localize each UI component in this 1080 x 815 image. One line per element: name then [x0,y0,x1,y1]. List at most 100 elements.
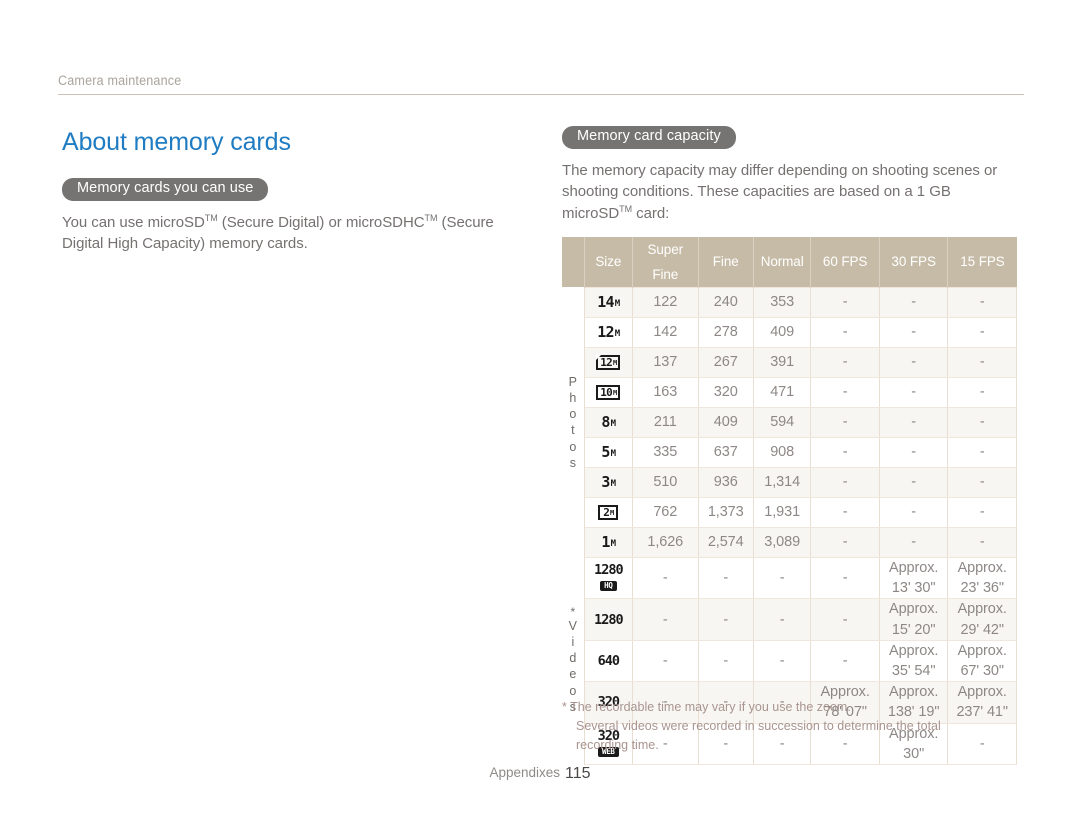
table-row: 1280- - - - Approx. 15' 20" Approx. 29' 42" [562,598,1017,641]
table-cell-value: - [810,376,880,408]
left-paragraph-part-a: You can use microSD [62,213,205,231]
table-cell-value: - [632,639,699,683]
table-cell-value: - [810,316,880,348]
trademark-symbol: TM [204,212,218,223]
table-row: 5 M 335 637 908- - - [562,436,1017,468]
table-row: 12 M 137 267 391- - - [562,346,1017,378]
right-paragraph: The memory capacity may differ depending… [562,160,1022,224]
table-cell-value: - [697,556,754,600]
table-cell-size: 640 [583,639,634,683]
table-cell-value: - [810,598,880,641]
table-cell-value: - [947,466,1017,498]
size-icon-640: 640 [597,653,620,669]
footnote-line-1: * The recordable time may vary if you us… [562,700,851,714]
table-cell-value: - [947,376,1017,408]
table-cell-value: 409 [752,316,812,348]
footer-label: Appendixes [489,765,561,780]
running-head-text: Camera maintenance [58,73,182,88]
table-cell-value: - [810,466,880,498]
table-cell-value: - [947,346,1017,378]
table-cell-value: - [810,286,880,318]
table-cell-value: 240 [697,286,754,318]
table-cell-value: - [697,639,754,683]
table-cell-value: 211 [632,406,699,438]
size-icon-14m: 14 M [597,293,620,312]
table-cell-value: 471 [752,376,812,408]
table-header-cell: Fine [698,236,754,288]
table-row: 8 M 211 409 594- - - [562,406,1017,438]
table-cell-value: 1,931 [752,496,812,528]
size-icon-2m-framed: 2M [598,505,619,521]
trademark-symbol: TM [619,203,633,214]
table-header-cell: Normal [753,236,812,288]
table-cell-value: 1,373 [697,496,754,528]
table-cell-value: 409 [697,406,754,438]
table-cell-value: 353 [752,286,812,318]
footnote-line-2: Several videos were recorded in successi… [576,718,941,733]
table-cell-value: Approx. 13' 30" [878,556,949,600]
table-cell-value: - [632,598,699,641]
table-cell-value: - [947,496,1017,528]
table-cell-value: - [878,346,949,378]
table-cell-value: 1,626 [632,526,699,558]
table-cell-value: - [947,316,1017,348]
table-cell-value: 1,314 [752,466,812,498]
size-icon-10m-framed: 10 M [596,385,621,401]
table-cell-value: - [878,376,949,408]
right-paragraph-part-b: card: [632,204,670,222]
table-cell-value: 122 [632,286,699,318]
left-paragraph-part-b: (Secure Digital) or microSDHC [217,213,425,231]
table-header-cell: 60 FPS [810,236,880,288]
size-icon-12m-framed: 12 M [596,355,621,371]
size-icon-1m: 1M [601,533,616,552]
running-head: Camera maintenance [58,72,1024,95]
table-cell-size: 1280 HQ [583,556,634,600]
table-cell-size: 5M [583,436,634,468]
table-cell-value: - [810,639,880,683]
table-cell-value: 137 [632,346,699,378]
table-cell-value: 908 [752,436,812,468]
table-cell-value: - [632,556,699,600]
footnote-asterisk: * [570,604,576,619]
trademark-symbol: TM [424,212,438,223]
size-icon-12m: 12 M [597,323,620,342]
size-icon-tag: HQ [600,581,617,591]
table-cell-value: Approx. 29' 42" [947,598,1017,641]
table-header-cell: 30 FPS [879,236,949,288]
table-row: 10 M 163 320 471- - - [562,376,1017,408]
size-icon-1280: 1280 [594,611,623,628]
table-cell-value: - [878,466,949,498]
table-cell-value: Approx. 67' 30" [947,639,1017,683]
size-icon-1280-hq: 1280 HQ [594,561,624,591]
table-row: 12 M 142 278 409- - - [562,316,1017,348]
table-row: Ph o t o s 14 M 122 240 353- - - [562,286,1017,558]
table-cell-value: - [878,496,949,528]
table-row: * Vi d e o s 1280 HQ - - - - Approx. 13' 30" Approx. 23… [562,556,1017,765]
table-header: Size Super Fine Fine Normal 60 FPS 30 FPS 15 F… [562,236,1017,288]
table-cell-value: - [878,436,949,468]
section-badge-memory-cards-you-can-use: Memory cards you can use [62,178,269,201]
table-cell-size: 12 M [583,346,634,378]
table-cell-value: 142 [632,316,699,348]
table-cell-size: 10 M [583,376,634,408]
table-cell-value: - [878,526,949,558]
table-cell-value: 391 [752,346,812,378]
table-header-cell: 15 FPS [947,236,1017,288]
size-icon-8m: 8M [601,413,616,432]
memory-card-capacity-table: Size Super Fine Fine Normal 60 FPS 30 FPS 15 F… [562,236,1017,766]
section-badge-memory-card-capacity: Memory card capacity [562,126,736,149]
table-cell-value: - [752,598,812,641]
table-cell-value: - [810,346,880,378]
table-header-row: Size Super Fine Fine Normal 60 FPS 30 FPS 15 F… [562,236,1017,288]
row-group-label-text: Photos [568,374,577,470]
table-cell-value: - [810,496,880,528]
memory-card-capacity-table-wrapper: Size Super Fine Fine Normal 60 FPS 30 FPS 15 F… [562,236,1022,766]
page-title: About memory cards [62,128,291,156]
table-row: 3 M 510 936 1,314- - - [562,466,1017,498]
table-cell-value: 3,089 [752,526,812,558]
table-cell-value: 936 [697,466,754,498]
table-cell-size: 14 M [583,286,634,318]
table-cell-value: 278 [697,316,754,348]
table-cell-size: 1280 [583,598,634,641]
right-column: Memory card capacity The memory capacity… [562,126,1022,766]
